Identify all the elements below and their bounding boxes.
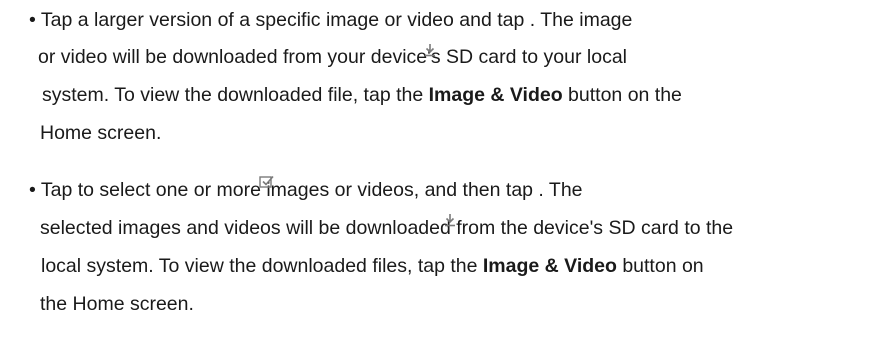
text-segment: button on	[616, 255, 704, 277]
instruction-2-line-1: • Tap to select one or more images or vi…	[29, 179, 583, 201]
instruction-1-line-3: system. To view the downloaded file, tap…	[42, 83, 682, 107]
select-checkbox-icon	[259, 175, 274, 188]
instruction-1-line-1: • Tap a larger version of a specific ima…	[29, 9, 633, 31]
image-video-button-label: Image & Video	[482, 255, 617, 277]
text-segment: button on the	[562, 84, 682, 106]
instruction-1-line-4: Home screen.	[40, 122, 162, 144]
download-icon	[425, 44, 435, 57]
image-video-button-label: Image & Video	[428, 84, 563, 106]
text-segment: system. To view the downloaded file, tap…	[42, 84, 429, 106]
instruction-2-line-3: local system. To view the downloaded fil…	[41, 254, 704, 278]
instruction-2-line-4: the Home screen.	[40, 293, 194, 315]
text-segment: local system. To view the downloaded fil…	[41, 255, 483, 277]
instruction-2-line-2: selected images and videos will be downl…	[40, 217, 734, 239]
instruction-1-line-2: or video will be downloaded from your de…	[38, 46, 628, 68]
download-icon	[445, 214, 455, 227]
